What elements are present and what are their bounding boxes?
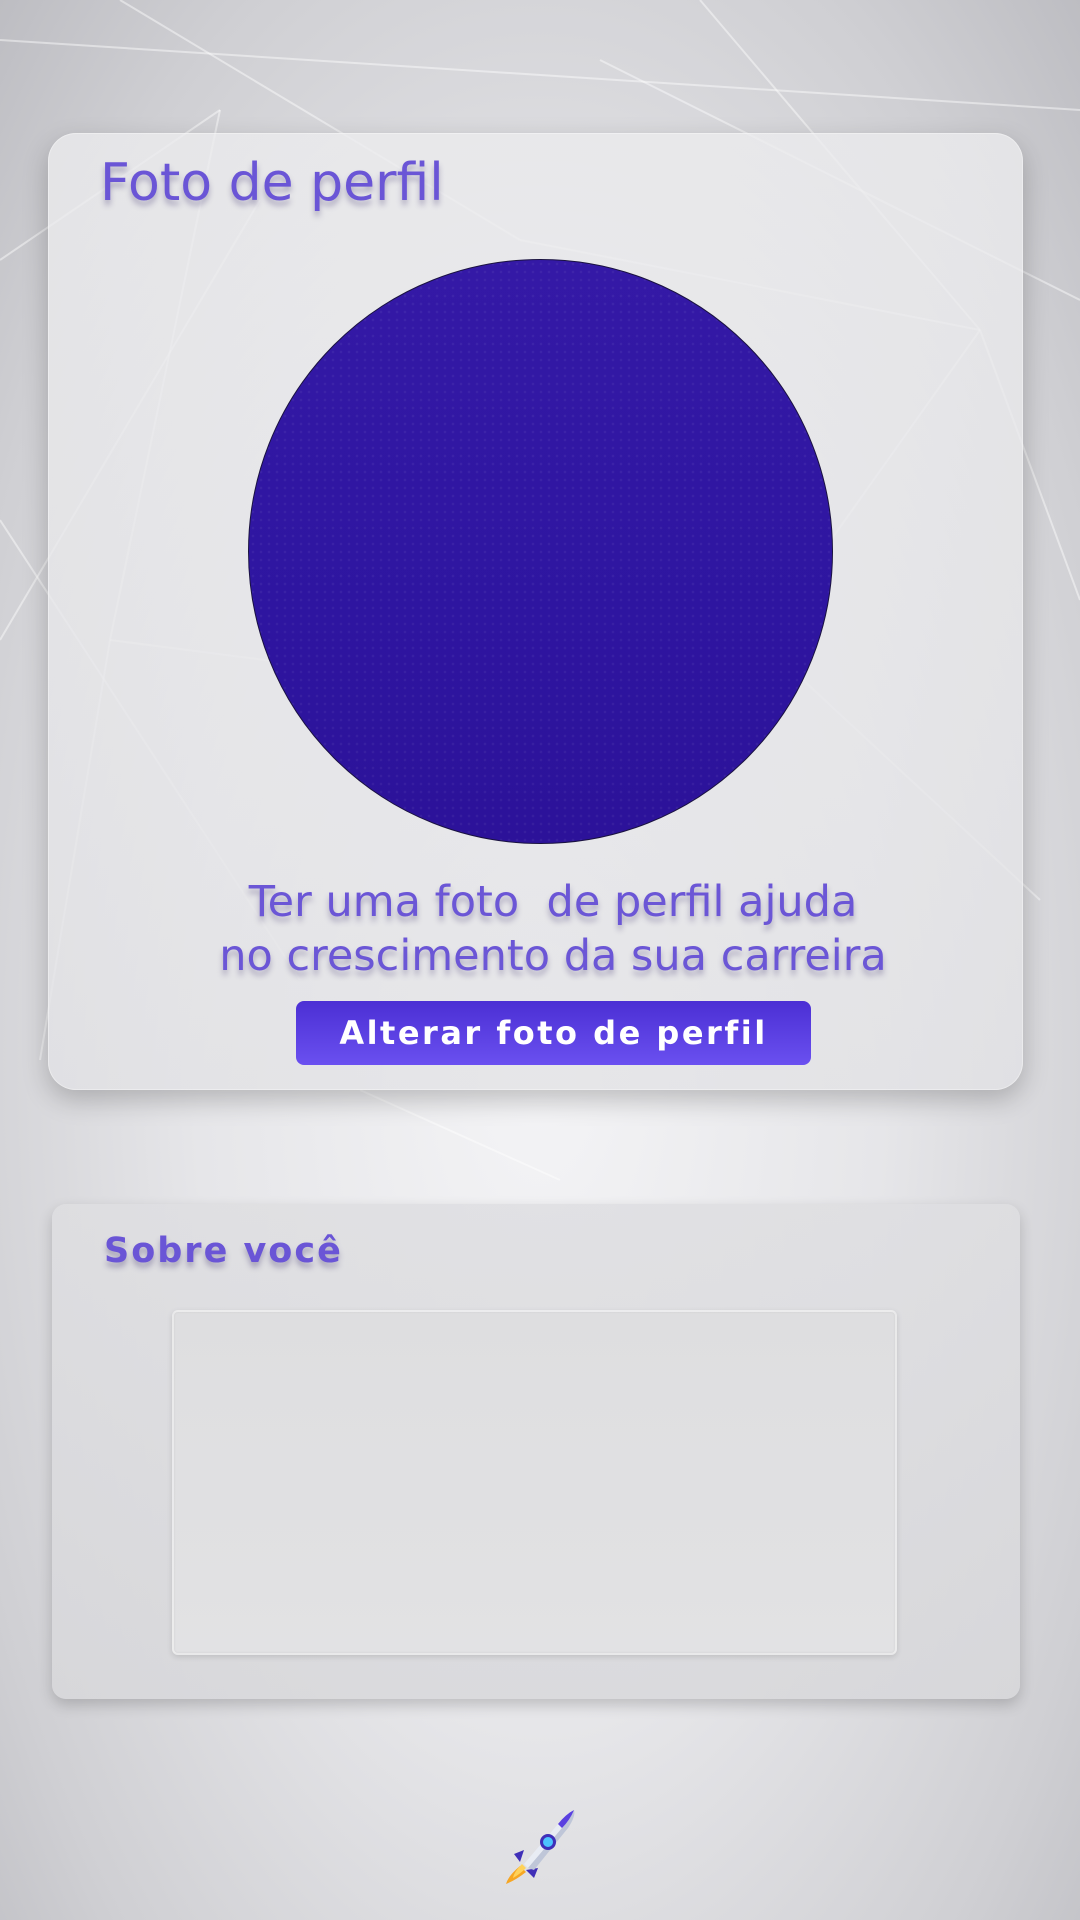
profile-photo-title: Foto de perfil <box>100 153 444 213</box>
change-profile-photo-button[interactable]: Alterar foto de perfil <box>296 1001 811 1065</box>
about-card: Sobre você <box>52 1204 1020 1699</box>
avatar[interactable] <box>248 259 833 844</box>
about-title: Sobre você <box>104 1231 343 1271</box>
helper-text-line-2: no crescimento da sua carreira <box>219 931 887 981</box>
rocket-icon <box>500 1806 580 1886</box>
helper-text-line-1: Ter uma foto de perfil ajuda <box>248 877 858 927</box>
bio-textarea[interactable] <box>172 1310 897 1655</box>
profile-photo-card: Foto de perfil Ter uma foto de perfil aj… <box>48 133 1023 1090</box>
profile-photo-helper-text: Ter uma foto de perfil ajuda no crescime… <box>48 875 1058 983</box>
